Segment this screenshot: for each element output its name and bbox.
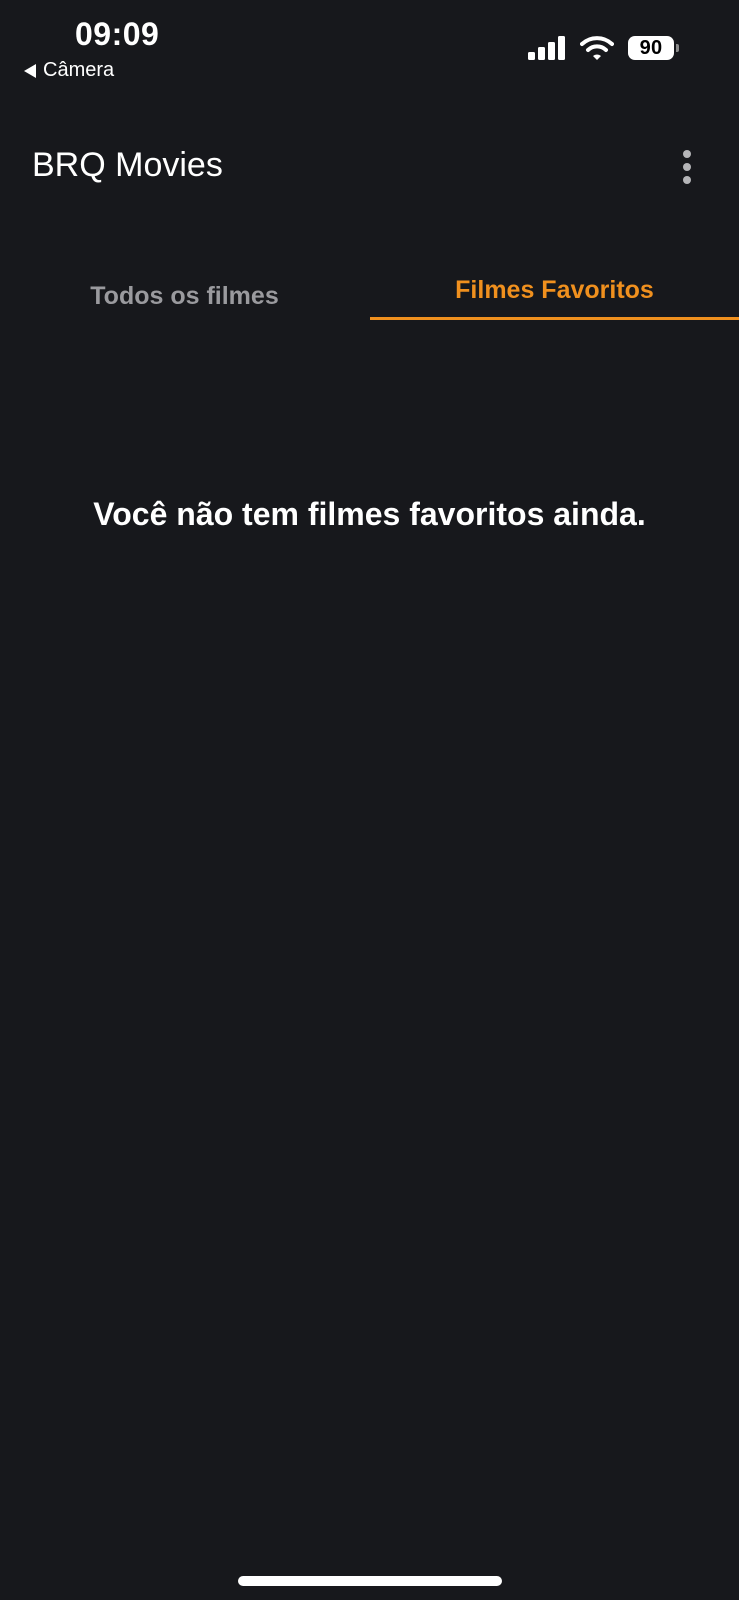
battery-icon: 90 bbox=[628, 36, 679, 60]
status-bar: 09:09 Câmera 90 bbox=[0, 0, 739, 90]
more-vertical-icon bbox=[683, 150, 691, 184]
status-indicators: 90 bbox=[528, 36, 679, 60]
tab-bar: Todos os filmes Filmes Favoritos bbox=[0, 260, 739, 324]
back-arrow-icon bbox=[24, 63, 36, 78]
back-label: Câmera bbox=[43, 59, 115, 81]
tab-all-movies[interactable]: Todos os filmes bbox=[0, 260, 369, 324]
tab-favorite-movies[interactable]: Filmes Favoritos bbox=[370, 260, 739, 324]
app-title: BRQ Movies bbox=[32, 146, 223, 184]
wifi-icon bbox=[580, 36, 614, 60]
app-bar: BRQ Movies bbox=[0, 120, 739, 210]
battery-level: 90 bbox=[628, 36, 674, 60]
signal-icon bbox=[528, 36, 565, 60]
tab-selected-indicator bbox=[370, 317, 739, 320]
tab-all-movies-label: Todos os filmes bbox=[90, 282, 279, 310]
status-time: 09:09 bbox=[75, 16, 160, 52]
empty-state-message: Você não tem filmes favoritos ainda. bbox=[93, 496, 646, 532]
more-options-button[interactable] bbox=[664, 144, 710, 190]
home-indicator[interactable] bbox=[238, 1576, 502, 1586]
battery-tip bbox=[676, 44, 679, 52]
back-to-camera-button[interactable]: Câmera bbox=[24, 59, 114, 82]
